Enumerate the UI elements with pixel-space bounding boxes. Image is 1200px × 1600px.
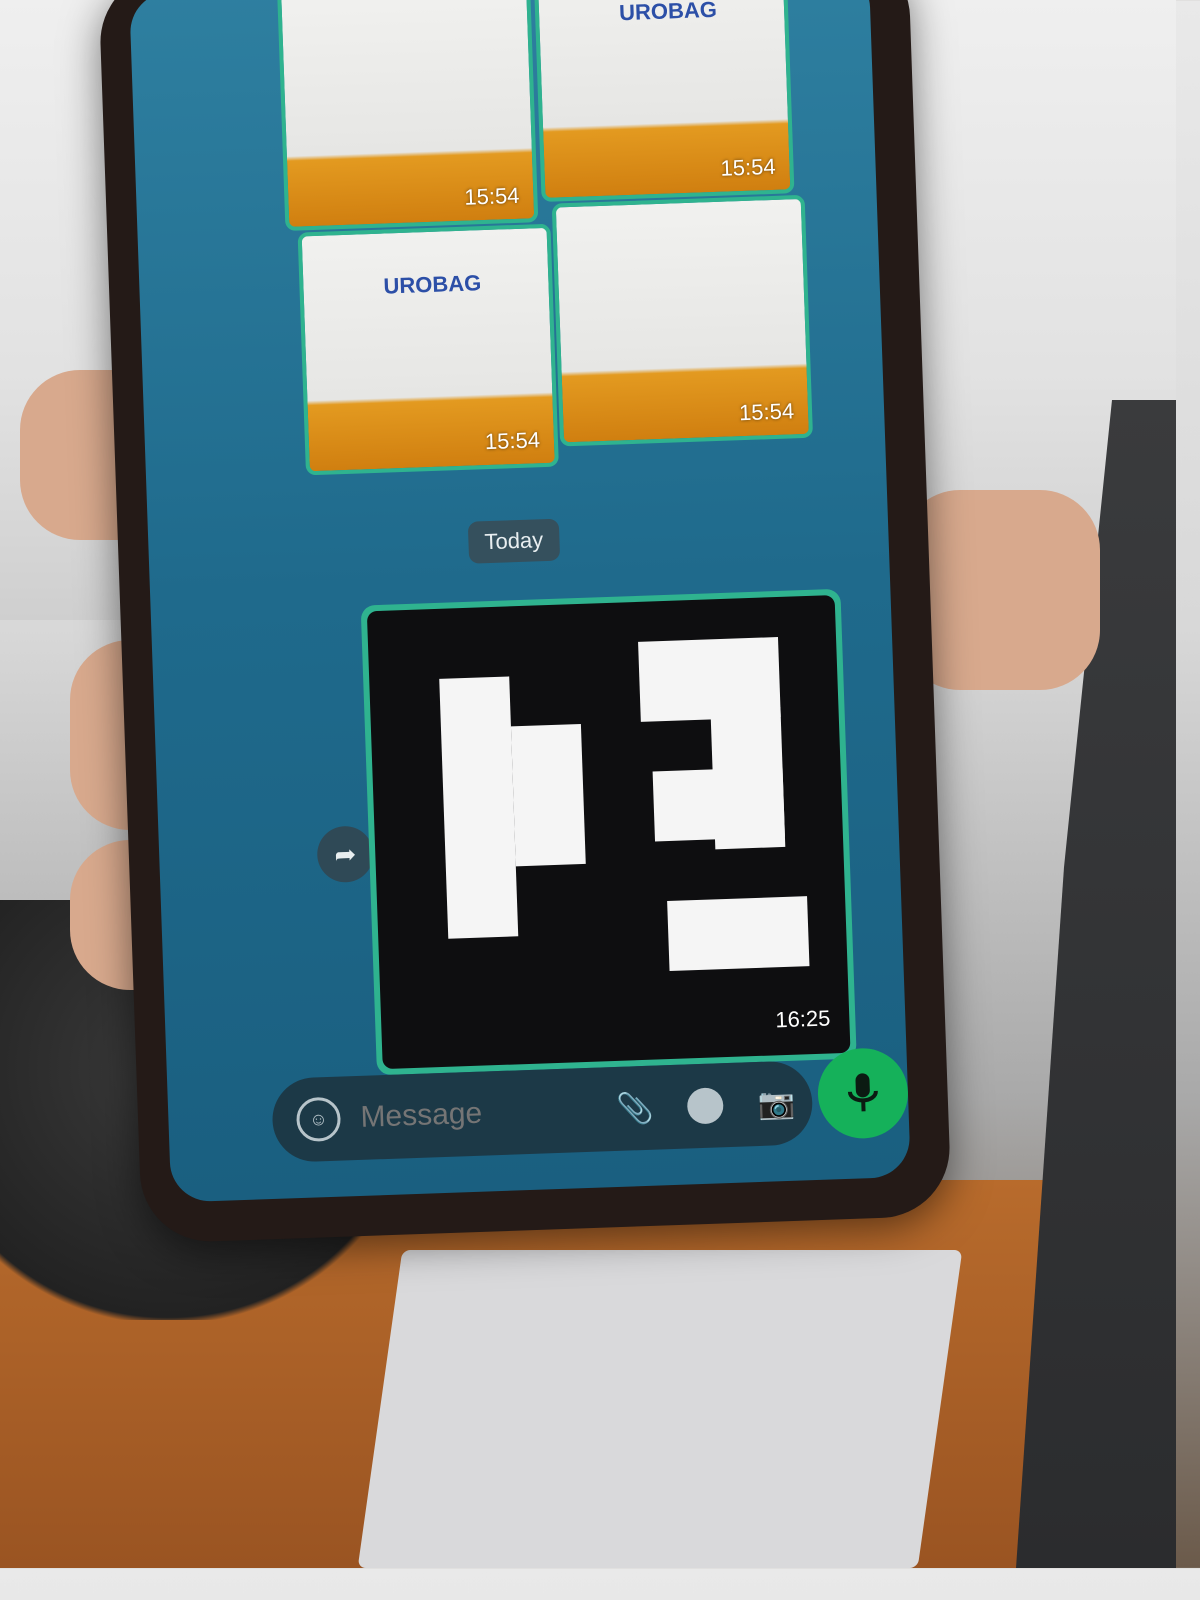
camera-icon[interactable]: 📷 — [757, 1085, 796, 1121]
rupee-icon[interactable]: ₹ — [687, 1087, 725, 1125]
date-divider: Today — [467, 518, 560, 564]
marker-block — [652, 766, 785, 842]
photo-time: 15:54 — [720, 153, 776, 181]
photo-grid: 15:54 UROBAG 15:54 UROBAG 15:54 15:54 — [277, 0, 816, 488]
mic-icon — [847, 1073, 878, 1112]
message-input[interactable] — [357, 1092, 583, 1136]
photo-brand: UROBAG — [383, 270, 482, 299]
marker-block — [510, 723, 586, 867]
photo-time: 15:54 — [738, 398, 795, 426]
photo-brand: UROBAG — [618, 0, 718, 26]
marker-block — [667, 896, 810, 972]
image-time: 16:25 — [774, 1005, 831, 1033]
laptop — [357, 1250, 963, 1568]
image-message[interactable] — [366, 595, 851, 1070]
photo-1[interactable]: 15:54 — [277, 0, 539, 231]
photo-time: 15:54 — [463, 182, 520, 210]
emoji-icon[interactable]: ☺ — [295, 1096, 342, 1143]
photo-2[interactable]: UROBAG 15:54 — [533, 0, 795, 203]
attach-icon[interactable]: 📎 — [616, 1090, 655, 1126]
photo-time: 15:54 — [484, 427, 541, 455]
marker-block — [439, 676, 519, 939]
forward-icon[interactable]: ➦ — [316, 825, 375, 884]
message-composer: ☺ 📎 ₹ 📷 — [271, 1060, 814, 1163]
photo-3[interactable]: UROBAG 15:54 — [297, 223, 559, 476]
mic-button[interactable] — [816, 1046, 910, 1140]
chat-screen: 15:54 UROBAG 15:54 UROBAG 15:54 15:54 To… — [129, 0, 911, 1203]
photo-4[interactable]: 15:54 — [551, 194, 814, 447]
